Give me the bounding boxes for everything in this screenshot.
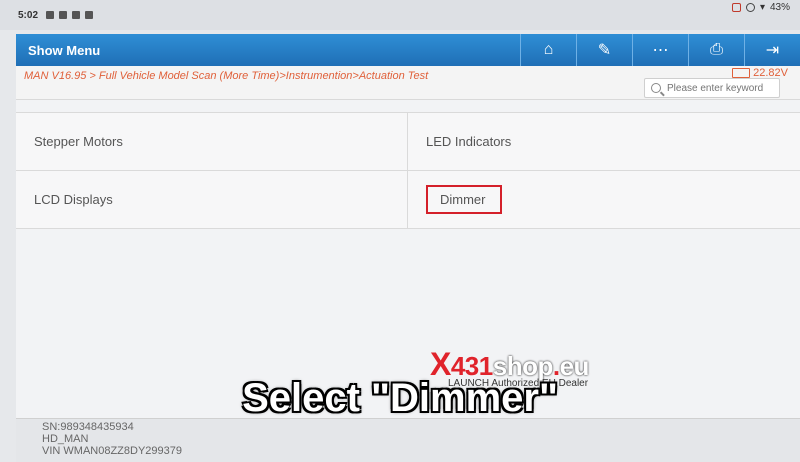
serial-number: SN:989348435934	[42, 421, 134, 433]
menu-item-label: Dimmer	[426, 185, 502, 214]
edit-button[interactable]: ✎	[576, 34, 632, 66]
notification-icon	[72, 11, 81, 19]
menu-grid: Stepper Motors LED Indicators LCD Displa…	[16, 112, 800, 229]
vehicle-model: HD_MAN	[42, 433, 89, 445]
menu-item-stepper-motors[interactable]: Stepper Motors	[16, 113, 408, 170]
print-button[interactable]: ⎙	[688, 34, 744, 66]
search-box[interactable]	[644, 78, 780, 98]
menu-item-label: Stepper Motors	[34, 134, 123, 149]
vin-number: VIN WMAN08ZZ8DY299379	[42, 445, 182, 457]
home-button[interactable]: ⌂	[520, 34, 576, 66]
search-icon	[651, 83, 661, 93]
exit-icon: ⇥	[765, 42, 780, 59]
more-button[interactable]: ⋯	[632, 34, 688, 66]
menu-row: LCD Displays Dimmer	[16, 171, 800, 229]
menu-item-label: LED Indicators	[426, 134, 512, 149]
print-icon: ⎙	[710, 41, 723, 58]
battery-percent: 43%	[769, 2, 790, 13]
menu-row: Stepper Motors LED Indicators	[16, 113, 800, 171]
app-header: Show Menu ⌂ ✎ ⋯ ⎙ ⇥	[16, 34, 800, 66]
menu-item-led-indicators[interactable]: LED Indicators	[408, 113, 800, 170]
menu-content: Stepper Motors LED Indicators LCD Displa…	[16, 100, 800, 418]
breadcrumb: MAN V16.95 > Full Vehicle Model Scan (Mo…	[24, 70, 429, 82]
wifi-icon: ▾	[759, 2, 765, 13]
notification-icon	[85, 11, 94, 19]
alert-icon	[731, 3, 741, 12]
search-input[interactable]	[667, 82, 777, 94]
sync-icon	[745, 3, 755, 12]
status-icons	[46, 11, 94, 19]
breadcrumb-bar: MAN V16.95 > Full Vehicle Model Scan (Mo…	[16, 66, 800, 100]
vehicle-info-footer: SN:989348435934 HD_MAN VIN WMAN08ZZ8DY29…	[16, 418, 800, 462]
status-time: 5:02	[18, 9, 39, 21]
notification-icon	[46, 11, 55, 19]
video-caption: Select "Dimmer"	[242, 376, 558, 420]
menu-item-lcd-displays[interactable]: LCD Displays	[16, 171, 408, 228]
home-icon: ⌂	[543, 41, 554, 58]
menu-item-dimmer[interactable]: Dimmer	[408, 171, 800, 228]
status-right: ▾ 43%	[731, 2, 790, 13]
more-icon: ⋯	[652, 42, 669, 59]
edit-icon: ✎	[597, 42, 612, 59]
toolbar: ⌂ ✎ ⋯ ⎙ ⇥	[520, 34, 800, 66]
page-title: Show Menu	[28, 42, 101, 58]
status-bar: 5:02 ▾ 43%	[0, 0, 800, 30]
menu-item-label: LCD Displays	[34, 192, 113, 207]
exit-button[interactable]: ⇥	[744, 34, 800, 66]
battery-icon	[732, 68, 751, 78]
device-screen: 5:02 ▾ 43% Show Menu ⌂ ✎ ⋯ ⎙ ⇥ MAN V16.9…	[0, 0, 800, 462]
notification-icon	[59, 11, 68, 19]
